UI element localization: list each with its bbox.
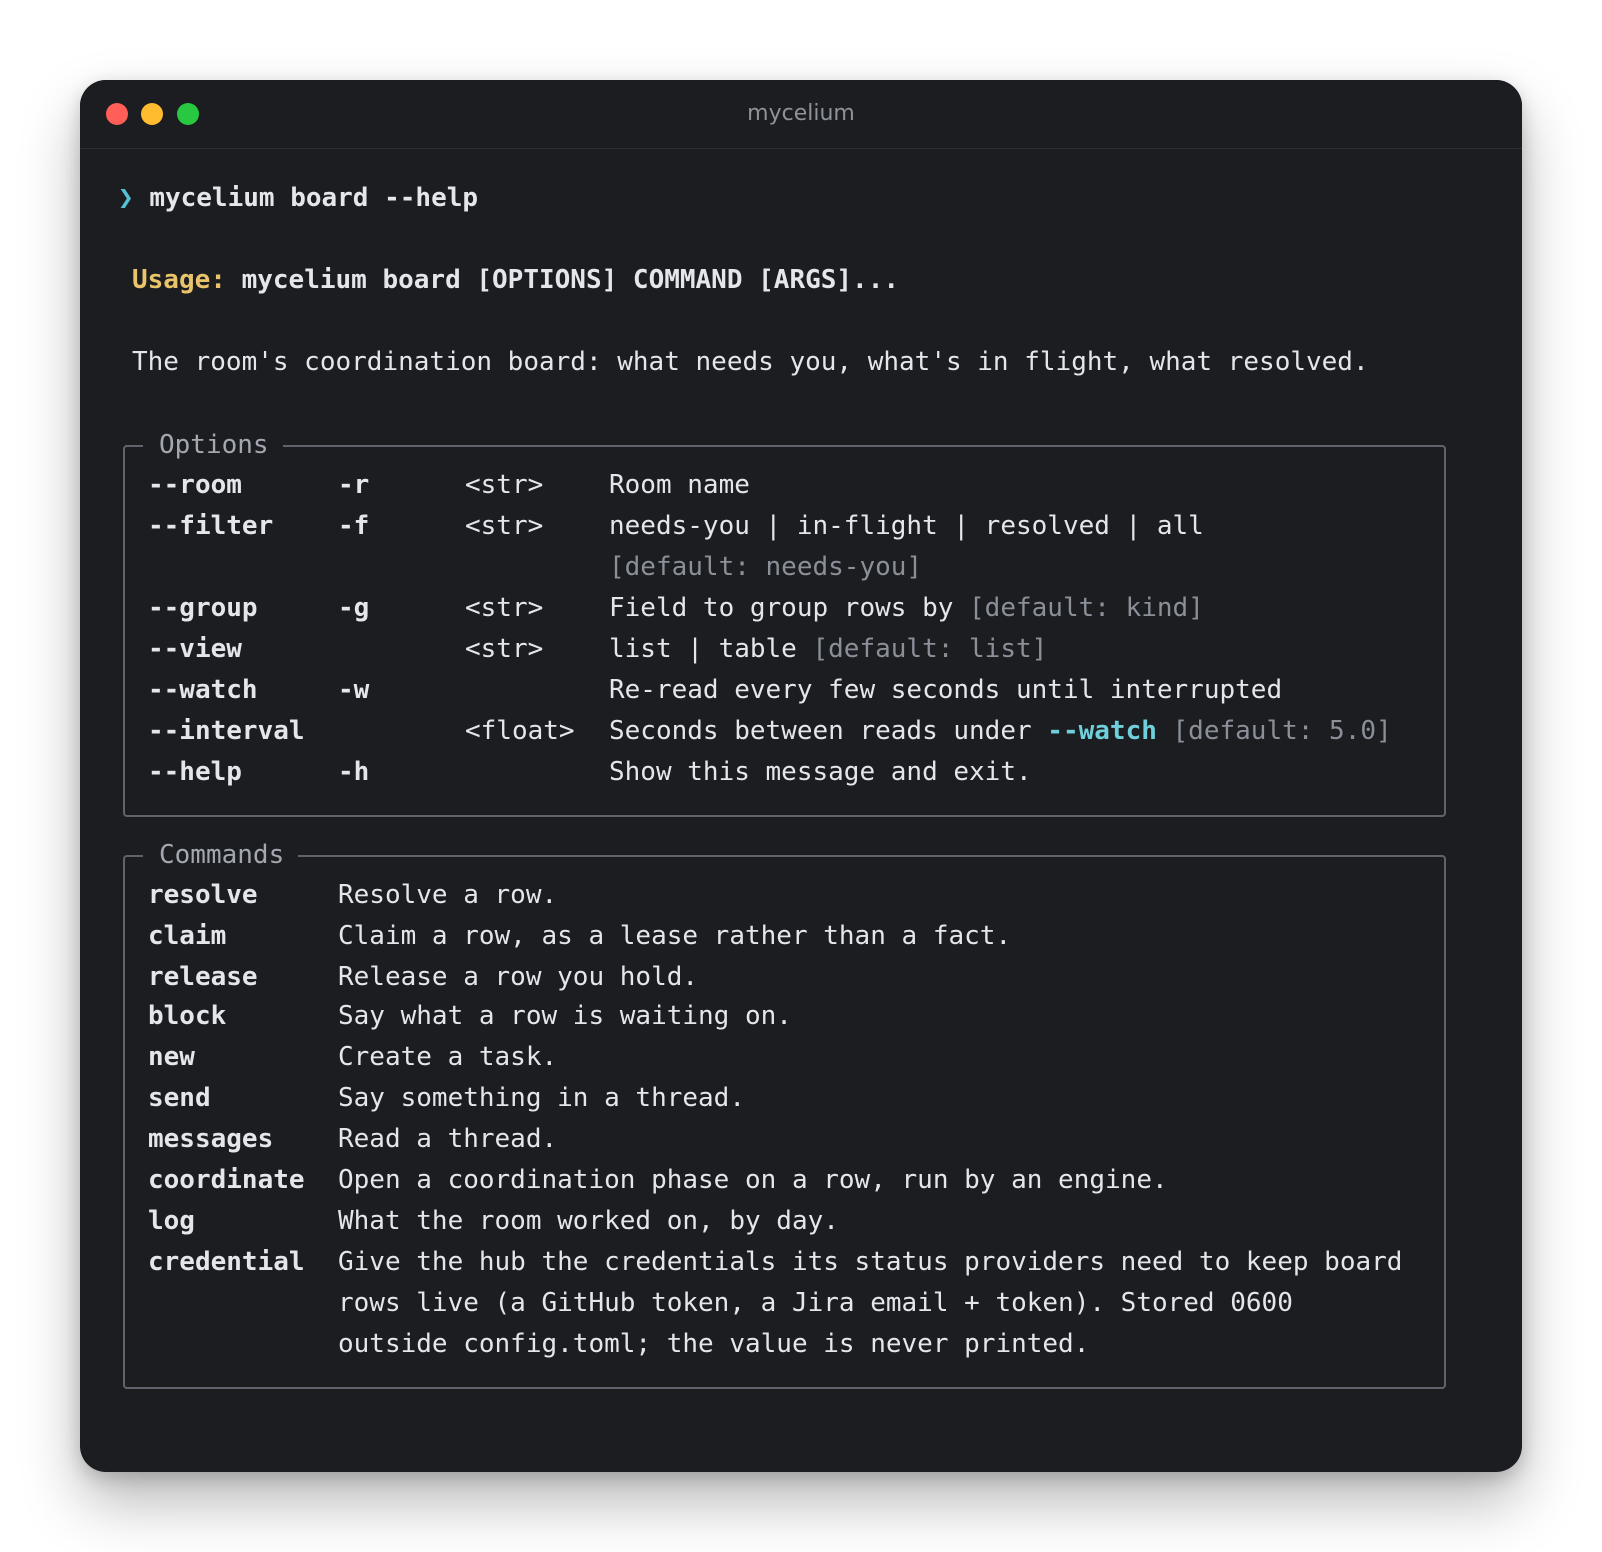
option-default: [default: list] [812, 634, 1048, 664]
command-line: ❯ mycelium board --help [118, 181, 478, 215]
command-name: new [148, 1042, 195, 1072]
option-default: [default: needs-you] [609, 552, 923, 582]
command-name: messages [148, 1124, 274, 1154]
option-description-text: Re-read every few seconds until interrup… [609, 675, 1283, 705]
command-description: Say what a row is waiting on. [338, 1001, 792, 1031]
command-description: outside config.toml; the value is never … [338, 1329, 1090, 1359]
command-description: What the room worked on, by day. [338, 1206, 839, 1236]
option-description: Room name [609, 468, 750, 502]
usage-label: Usage: [132, 265, 226, 295]
command-name: release [148, 962, 258, 992]
option-description-text: list | table [609, 634, 813, 664]
command-description: Open a coordination phase on a row, run … [338, 1165, 1168, 1195]
command-description: Say something in a thread. [338, 1083, 745, 1113]
options-panel-title: Options [143, 427, 283, 463]
command-name: coordinate [148, 1165, 305, 1195]
option-long-flag: --group [148, 593, 258, 623]
option-description-text: Room name [609, 470, 750, 500]
option-reference-flag: --watch [1047, 716, 1157, 746]
option-type: <float> [465, 716, 575, 746]
window-title: mycelium [747, 101, 855, 126]
option-description: Field to group rows by [default: kind] [609, 591, 1204, 625]
option-type: <str> [465, 634, 544, 664]
option-type: <str> [465, 470, 544, 500]
option-default: [default: 5.0] [1156, 716, 1392, 746]
option-type: <str> [465, 511, 544, 541]
option-default: [default: kind] [969, 593, 1204, 623]
option-type: <str> [465, 593, 544, 623]
option-short-flag: -r [338, 470, 370, 500]
option-description: Re-read every few seconds until interrup… [609, 673, 1282, 707]
command-name: credential [148, 1247, 305, 1277]
option-description: list | table [default: list] [609, 632, 1047, 666]
option-long-flag: --interval [148, 716, 305, 746]
command-description: Release a row you hold. [338, 962, 699, 992]
title-bar: mycelium [80, 80, 1522, 149]
command-description: Resolve a row. [338, 880, 558, 910]
option-description-text: Seconds between reads under [609, 716, 1048, 746]
option-description: [default: needs-you] [609, 550, 922, 584]
commands-panel-title: Commands [143, 837, 299, 873]
option-description: needs-you | in-flight | resolved | all [609, 509, 1204, 543]
option-description-text: needs-you | in-flight | resolved | all [609, 511, 1204, 541]
option-long-flag: --room [148, 470, 242, 500]
command-description: Create a task. [338, 1042, 558, 1072]
command-description: Give the hub the credentials its status … [338, 1247, 1403, 1277]
option-long-flag: --help [148, 757, 242, 787]
option-short-flag: -g [338, 593, 370, 623]
prompt-chevron-icon: ❯ [118, 183, 134, 213]
option-long-flag: --watch [148, 675, 258, 705]
command-name: claim [148, 921, 227, 951]
command-text: mycelium board --help [149, 183, 479, 213]
command-name: log [148, 1206, 195, 1236]
option-short-flag: -h [338, 757, 370, 787]
command-description: rows live (a GitHub token, a Jira email … [338, 1288, 1293, 1318]
command-name: resolve [148, 880, 258, 910]
option-description-text: Field to group rows by [609, 593, 970, 623]
option-description: Seconds between reads under --watch [def… [609, 714, 1392, 748]
option-description: Show this message and exit. [609, 755, 1032, 789]
terminal-window: mycelium ❯ mycelium board --help Usage: … [80, 80, 1522, 1472]
description: The room's coordination board: what need… [132, 347, 1369, 377]
option-description-text: Show this message and exit. [609, 757, 1032, 787]
option-long-flag: --view [148, 634, 242, 664]
command-description: Claim a row, as a lease rather than a fa… [338, 921, 1012, 951]
usage-text: mycelium board [OPTIONS] COMMAND [ARGS].… [241, 265, 900, 295]
command-name: block [148, 1001, 227, 1031]
option-short-flag: -f [338, 511, 370, 541]
option-long-flag: --filter [148, 511, 274, 541]
option-short-flag: -w [338, 675, 370, 705]
usage-line: Usage: mycelium board [OPTIONS] COMMAND … [132, 263, 899, 297]
command-description: Read a thread. [338, 1124, 558, 1154]
command-name: send [148, 1083, 211, 1113]
